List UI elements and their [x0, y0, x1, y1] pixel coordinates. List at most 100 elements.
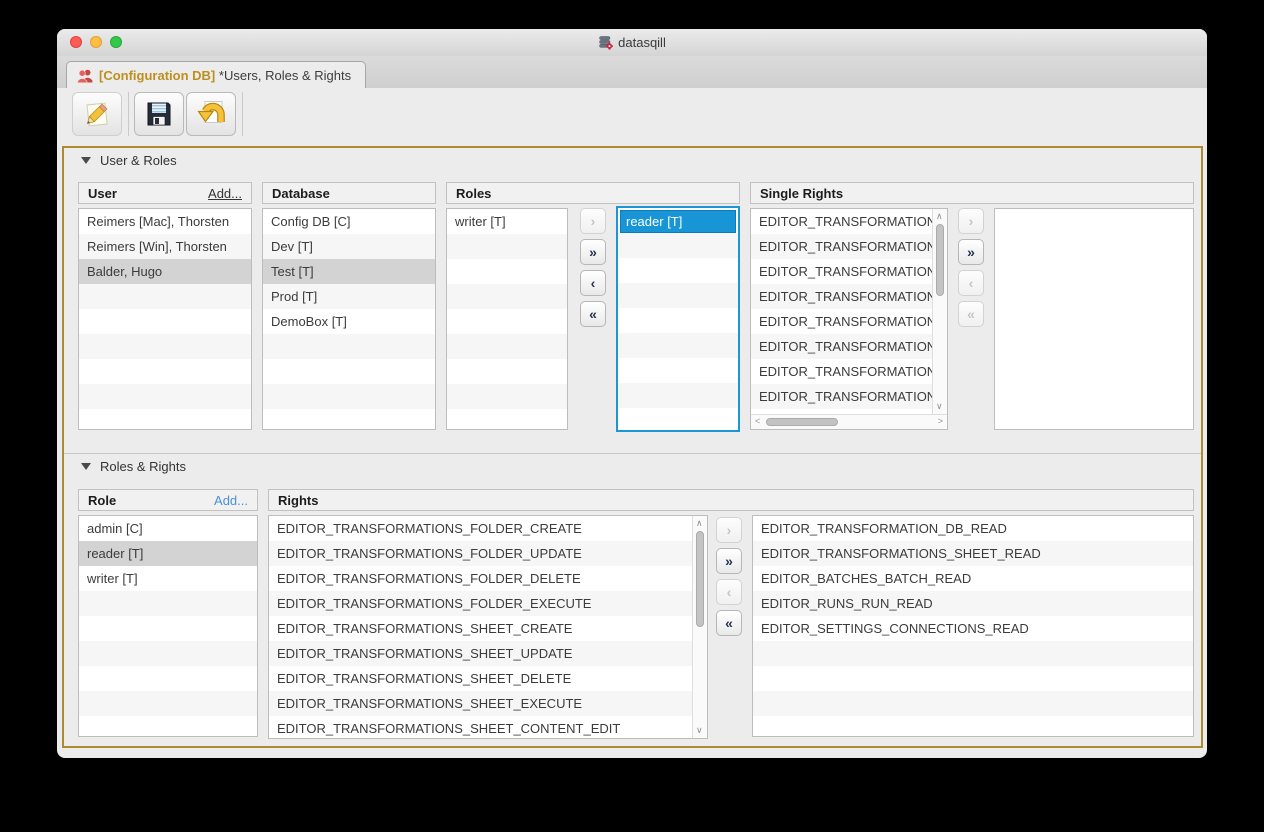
- transfer-button: ‹: [716, 579, 742, 605]
- database-icon: [598, 35, 613, 50]
- right-assigned-item[interactable]: EDITOR_BATCHES_BATCH_READ: [753, 566, 1193, 591]
- rights-header-label: Rights: [278, 493, 318, 508]
- single-right-item[interactable]: EDITOR_TRANSFORMATION: [751, 309, 932, 334]
- role-panel-header: Role Add...: [78, 489, 258, 511]
- add-role-link[interactable]: Add...: [214, 493, 248, 508]
- user-list-item[interactable]: Reimers [Win], Thorsten: [79, 234, 251, 259]
- single-right-item[interactable]: EDITOR_TRANSFORMATION: [751, 234, 932, 259]
- tab-title-label: *Users, Roles & Rights: [219, 68, 351, 83]
- transfer-button[interactable]: «: [580, 301, 606, 327]
- scrollbar-thumb[interactable]: [936, 224, 944, 296]
- undo-button[interactable]: [186, 92, 236, 136]
- right-item[interactable]: EDITOR_TRANSFORMATIONS_SHEET_EXECUTE: [269, 691, 692, 716]
- title-bar: datasqill: [57, 29, 1207, 57]
- right-item[interactable]: EDITOR_TRANSFORMATIONS_FOLDER_DELETE: [269, 566, 692, 591]
- role-list[interactable]: admin [C]reader [T]writer [T]: [78, 515, 258, 737]
- right-item[interactable]: EDITOR_TRANSFORMATIONS_SHEET_DELETE: [269, 666, 692, 691]
- right-item[interactable]: EDITOR_TRANSFORMATIONS_SHEET_CREATE: [269, 616, 692, 641]
- app-window: datasqill [Configuration DB] *Users, Rol…: [57, 29, 1207, 758]
- scroll-left-icon[interactable]: <: [755, 417, 760, 426]
- scroll-right-icon[interactable]: >: [938, 417, 943, 426]
- database-list-item[interactable]: Test [T]: [263, 259, 435, 284]
- toolbar: [57, 88, 1207, 146]
- scrollbar-thumb[interactable]: [696, 531, 704, 627]
- vertical-scrollbar[interactable]: ∧ ∨: [932, 209, 947, 414]
- user-header-label: User: [88, 186, 117, 201]
- section-header-roles-rights[interactable]: Roles & Rights: [64, 453, 1201, 478]
- database-list[interactable]: Config DB [C]Dev [T]Test [T]Prod [T]Demo…: [262, 208, 436, 430]
- window-title: datasqill: [598, 35, 666, 50]
- right-assigned-item[interactable]: EDITOR_RUNS_RUN_READ: [753, 591, 1193, 616]
- role-available-item[interactable]: writer [T]: [447, 209, 567, 234]
- right-item[interactable]: EDITOR_TRANSFORMATIONS_SHEET_CONTENT_EDI…: [269, 716, 692, 738]
- save-button[interactable]: [134, 92, 184, 136]
- single-rights-available-items[interactable]: EDITOR_TRANSFORMATIONEDITOR_TRANSFORMATI…: [751, 209, 932, 414]
- single-right-item[interactable]: EDITOR_TRANSFORMATION: [751, 334, 932, 359]
- undo-icon: [196, 99, 226, 129]
- right-assigned-item[interactable]: EDITOR_TRANSFORMATION_DB_READ: [753, 516, 1193, 541]
- minimize-button[interactable]: [90, 36, 102, 48]
- rights-available-list[interactable]: EDITOR_TRANSFORMATIONS_FOLDER_CREATEEDIT…: [268, 515, 708, 739]
- transfer-button[interactable]: »: [958, 239, 984, 265]
- collapse-triangle-icon: [81, 157, 91, 164]
- single-right-item[interactable]: EDITOR_TRANSFORMATION: [751, 384, 932, 409]
- scroll-up-icon[interactable]: ∧: [936, 212, 943, 221]
- horizontal-scrollbar[interactable]: < >: [751, 414, 947, 429]
- right-item[interactable]: EDITOR_TRANSFORMATIONS_FOLDER_UPDATE: [269, 541, 692, 566]
- add-user-link[interactable]: Add...: [208, 186, 242, 201]
- edit-button[interactable]: [72, 92, 122, 136]
- database-list-item[interactable]: Dev [T]: [263, 234, 435, 259]
- transfer-button[interactable]: ‹: [580, 270, 606, 296]
- scrollbar-thumb[interactable]: [766, 418, 838, 426]
- pencil-icon: [82, 99, 112, 129]
- transfer-button[interactable]: »: [716, 548, 742, 574]
- zoom-button[interactable]: [110, 36, 122, 48]
- transfer-button: ‹: [958, 270, 984, 296]
- single-right-item[interactable]: EDITOR_TRANSFORMATION: [751, 284, 932, 309]
- scroll-down-icon[interactable]: ∨: [936, 402, 943, 411]
- role-list-item[interactable]: writer [T]: [79, 566, 257, 591]
- single-rights-panel-header: Single Rights: [750, 182, 1194, 204]
- single-rights-assigned-list[interactable]: [994, 208, 1194, 430]
- vertical-scrollbar[interactable]: ∧ ∨: [692, 516, 707, 738]
- rights-panel-header: Rights: [268, 489, 1194, 511]
- rights-available-items[interactable]: EDITOR_TRANSFORMATIONS_FOLDER_CREATEEDIT…: [269, 516, 692, 738]
- users-roles-rights-view: User & Roles User Add... Reimers [Mac], …: [62, 146, 1203, 748]
- transfer-button[interactable]: «: [716, 610, 742, 636]
- single-rights-available-list[interactable]: EDITOR_TRANSFORMATIONEDITOR_TRANSFORMATI…: [750, 208, 948, 430]
- transfer-button[interactable]: »: [580, 239, 606, 265]
- single-rights-header-label: Single Rights: [760, 186, 843, 201]
- roles-available-list[interactable]: writer [T]: [446, 208, 568, 430]
- user-list-item[interactable]: Reimers [Mac], Thorsten: [79, 209, 251, 234]
- single-right-item[interactable]: EDITOR_TRANSFORMATION: [751, 209, 932, 234]
- user-list[interactable]: Reimers [Mac], ThorstenReimers [Win], Th…: [78, 208, 252, 430]
- single-right-item[interactable]: EDITOR_TRANSFORMATION: [751, 259, 932, 284]
- single-right-item[interactable]: EDITOR_TRANSFORMATION: [751, 359, 932, 384]
- tab-users-roles-rights[interactable]: [Configuration DB] *Users, Roles & Right…: [66, 61, 366, 89]
- transfer-button: ›: [580, 208, 606, 234]
- right-item[interactable]: EDITOR_TRANSFORMATIONS_FOLDER_EXECUTE: [269, 591, 692, 616]
- section-header-user-roles[interactable]: User & Roles: [64, 148, 1201, 172]
- user-list-item[interactable]: Balder, Hugo: [79, 259, 251, 284]
- right-item[interactable]: EDITOR_TRANSFORMATIONS_SHEET_UPDATE: [269, 641, 692, 666]
- role-assigned-item[interactable]: reader [T]: [620, 210, 736, 233]
- database-list-item[interactable]: DemoBox [T]: [263, 309, 435, 334]
- database-list-item[interactable]: Prod [T]: [263, 284, 435, 309]
- close-button[interactable]: [70, 36, 82, 48]
- rights-transfer-buttons: ›»‹«: [716, 517, 742, 636]
- right-assigned-item[interactable]: EDITOR_SETTINGS_CONNECTIONS_READ: [753, 616, 1193, 641]
- database-list-item[interactable]: Config DB [C]: [263, 209, 435, 234]
- screen: datasqill [Configuration DB] *Users, Rol…: [0, 0, 1264, 832]
- user-panel-header: User Add...: [78, 182, 252, 204]
- right-item[interactable]: EDITOR_TRANSFORMATIONS_FOLDER_CREATE: [269, 516, 692, 541]
- window-title-text: datasqill: [618, 35, 666, 50]
- rights-assigned-list[interactable]: EDITOR_TRANSFORMATION_DB_READEDITOR_TRAN…: [752, 515, 1194, 737]
- right-assigned-item[interactable]: EDITOR_TRANSFORMATIONS_SHEET_READ: [753, 541, 1193, 566]
- scroll-down-icon[interactable]: ∨: [696, 726, 703, 735]
- roles-assigned-list[interactable]: reader [T]: [616, 206, 740, 432]
- role-list-item[interactable]: reader [T]: [79, 541, 257, 566]
- scroll-up-icon[interactable]: ∧: [696, 519, 703, 528]
- role-list-item[interactable]: admin [C]: [79, 516, 257, 541]
- single-rights-transfer-buttons: ›»‹«: [958, 208, 984, 327]
- save-icon: [144, 99, 174, 129]
